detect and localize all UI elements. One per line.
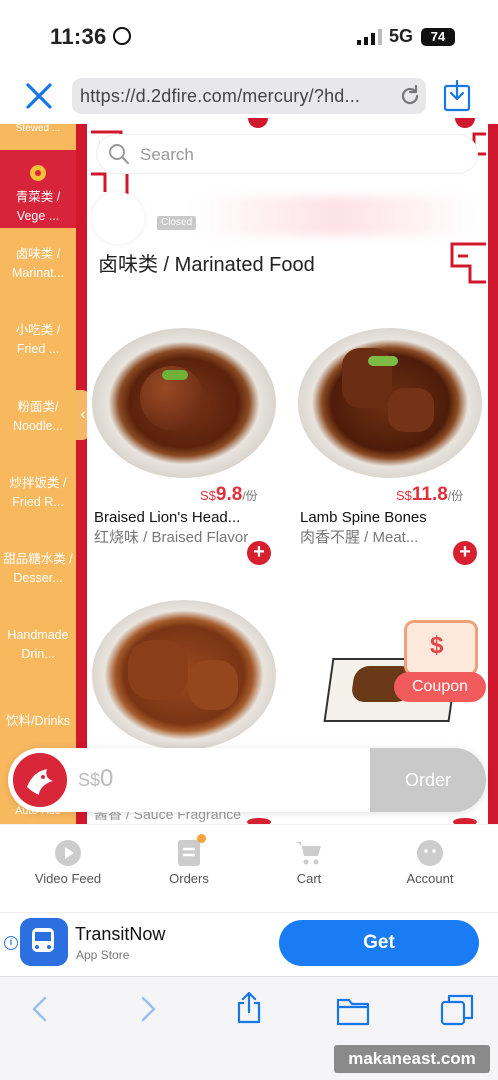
sidebar-item-snacks[interactable]: 小吃类 / Fried ... [0,321,76,359]
battery-icon: 74 [421,28,455,46]
sidebar-item-marinated[interactable]: 卤味类 / Marinat... [0,245,76,283]
coupon-button[interactable]: Coupon [394,672,486,702]
forward-icon[interactable] [130,992,164,1026]
network-type: 5G [389,26,414,46]
shop-status-badge: Closed [157,216,197,230]
price-currency: S$ [200,488,216,503]
sidebar-item-handmade-drinks[interactable]: Handmade Drin... [0,626,76,664]
sidebar-item-partial[interactable]: Stewed ... [0,124,76,134]
dish-subtitle: 红烧味 / Braised Flavor [94,529,249,546]
url-text[interactable]: https://d.2dfire.com/mercury/?hd... [80,86,360,107]
price-currency: S$ [396,488,412,503]
dish-image[interactable] [92,600,276,750]
dish-image[interactable] [298,328,482,478]
shop-header-blur [190,196,482,236]
dish-subtitle: 肉香不腥 / Meat... [300,529,419,546]
reload-icon[interactable] [398,84,422,108]
nav-account[interactable]: Account [390,872,470,886]
shop-avatar [92,192,144,244]
decorative-frame-left [76,124,87,824]
play-icon[interactable] [53,838,83,868]
cart-total: S$0 [78,765,113,793]
coupon-symbol: $ [430,632,444,659]
price-tag: S$11.8/份 [378,480,482,510]
order-button[interactable]: Order [370,748,486,812]
price-unit: /份 [447,489,464,503]
transit-app-icon[interactable] [20,918,68,966]
ad-subtitle: App Store [76,948,130,962]
ad-title[interactable]: TransitNow [75,924,165,945]
section-title: 卤味类 / Marinated Food [98,254,315,276]
dish-image[interactable] [92,328,276,478]
lantern-icon [30,165,46,181]
dish-name[interactable]: Braised Lion's Head... [94,509,264,526]
download-icon[interactable] [441,80,473,112]
sidebar-item-vegetables[interactable]: 青菜类 / Vege ... [0,188,76,226]
price-tag: S$9.8/份 [182,480,278,510]
status-time: 11:36 [50,24,107,49]
cart-icon[interactable] [294,838,324,868]
cart-logo-icon[interactable] [10,750,70,810]
sidebar-item-noodles[interactable]: 粉面类/ Noodle... [0,398,76,436]
share-icon[interactable] [232,990,266,1024]
orders-badge-dot [197,834,206,843]
cart-currency: S$ [78,770,101,790]
price-value: 9.8 [215,484,243,505]
decorative-frame-right [488,124,498,824]
sidebar-item-drinks[interactable]: 饮料/Drinks [0,712,76,731]
signal-icon [357,29,382,45]
info-icon[interactable]: i [4,936,18,950]
sidebar-item-desserts[interactable]: 甜品糖水类 / Desser... [0,550,76,588]
price-unit: /份 [242,489,258,503]
bookmarks-icon[interactable] [336,994,370,1028]
get-button[interactable]: Get [279,920,479,966]
add-to-cart-button[interactable]: + [247,541,271,565]
search-icon [109,144,129,164]
tabs-icon[interactable] [440,992,474,1026]
price-value: 11.8 [411,484,448,505]
back-icon[interactable] [24,992,58,1026]
dish-name[interactable]: Lamb Spine Bones [300,509,470,526]
watermark: makaneast.com [334,1045,490,1073]
add-to-cart-button[interactable]: + [453,541,477,565]
focus-mode-icon [113,27,131,45]
nav-orders[interactable]: Orders [149,872,229,886]
search-placeholder[interactable]: Search [140,145,194,165]
nav-cart[interactable]: Cart [269,872,349,886]
account-icon[interactable] [415,838,445,868]
sidebar-item-rice[interactable]: 炒拌饭类 / Fried R... [0,474,76,512]
cart-total-value: 0 [100,765,114,792]
nav-video-feed[interactable]: Video Feed [28,872,108,886]
close-icon[interactable] [24,81,54,111]
